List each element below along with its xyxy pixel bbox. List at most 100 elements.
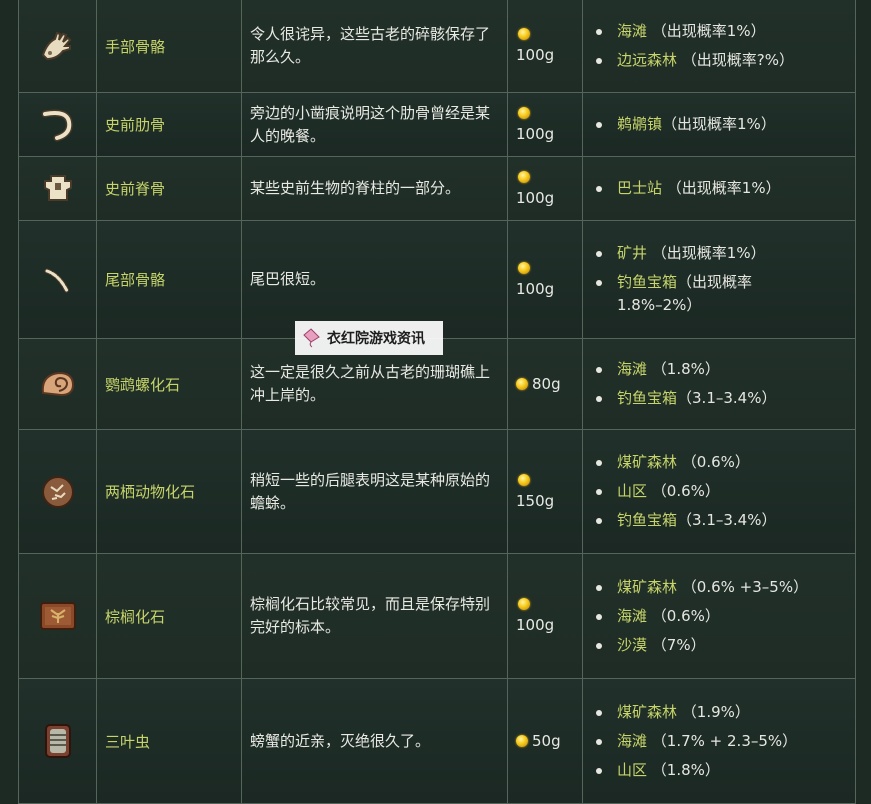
artifact-table: 手部骨骼 令人很诧异，这些古老的碎骸保存了那么久。 100g 海滩 （出现概率1… (18, 0, 856, 804)
location-item: 海滩 （0.6%） (593, 605, 808, 628)
location-name: 钓鱼宝箱 (617, 511, 678, 529)
location-item: 钓鱼宝箱（3.1–3.4%） (593, 509, 776, 532)
location-item: 海滩 （1.8%） (593, 358, 776, 381)
location-name: 海滩 (617, 22, 648, 40)
location-name: 巴士站 (617, 179, 663, 197)
location-item: 煤矿森林 （0.6% +3–5%） (593, 576, 808, 599)
item-price: 80g (508, 339, 583, 429)
table-row: 手部骨骼 令人很诧异，这些古老的碎骸保存了那么久。 100g 海滩 （出现概率1… (19, 0, 855, 93)
location-name: 山区 (617, 760, 648, 779)
location-name: 矿井 (617, 244, 648, 262)
item-locations: 海滩 （1.8%） 钓鱼宝箱（3.1–3.4%） (583, 339, 855, 429)
watermark-badge: 衣红院游戏资讯 (295, 321, 443, 355)
item-price: 100g (508, 157, 583, 220)
location-name: 海滩 (617, 731, 648, 750)
location-item: 海滩 （1.7% + 2.3–5%） (593, 730, 797, 753)
price-value: 100g (516, 46, 555, 64)
item-price: 100g (508, 554, 583, 678)
location-name: 山区 (617, 482, 648, 500)
item-icon-cell (19, 93, 97, 156)
price-value: 100g (516, 279, 555, 298)
item-name: 手部骨骼 (97, 0, 242, 92)
location-name: 煤矿森林 (617, 453, 678, 471)
location-item: 海滩 （出现概率1%） (593, 20, 794, 43)
table-row: 两栖动物化石 稍短一些的后腿表明这是某种原始的蟾蜍。 150g 煤矿森林 （0.… (19, 430, 855, 554)
price-value: 100g (516, 616, 555, 634)
location-item: 山区 （1.8%） (593, 759, 797, 782)
item-locations: 煤矿森林 （0.6% +3–5%） 海滩 （0.6%） 沙漠 （7%） (583, 554, 855, 678)
location-name: 海滩 (617, 360, 648, 378)
location-item: 煤矿森林 （1.9%） (593, 701, 797, 724)
location-rate: （3.1–3.4%） (677, 511, 777, 529)
rib-bone-icon (41, 109, 73, 141)
item-description: 稍短一些的后腿表明这是某种原始的蟾蜍。 (242, 430, 508, 553)
location-name: 煤矿森林 (617, 702, 678, 721)
item-name: 棕榈化石 (97, 554, 242, 678)
gold-coin-icon (516, 378, 528, 390)
location-item: 矿井 （出现概率1%） (593, 242, 783, 265)
gold-coin-icon (516, 735, 528, 747)
vertebra-icon (43, 174, 72, 201)
table-row: 棕榈化石 棕榈化石比较常见，而且是保存特别完好的标本。 100g 煤矿森林 （0… (19, 554, 855, 679)
item-price: 100g (508, 0, 583, 92)
location-name: 钓鱼宝箱 (617, 389, 678, 407)
item-name: 史前肋骨 (97, 93, 242, 156)
location-name: 边远森林 (617, 51, 678, 69)
location-item: 煤矿森林 （0.6%） (593, 451, 776, 474)
location-name: 沙漠 (617, 635, 648, 654)
item-icon-cell (19, 221, 97, 338)
item-locations: 海滩 （出现概率1%） 边远森林 （出现概率?%） (583, 0, 855, 92)
location-item: 沙漠 （7%） (593, 634, 808, 657)
price-value: 80g (532, 375, 561, 393)
price-value: 50g (532, 732, 561, 750)
item-icon-cell (19, 339, 97, 429)
item-icon-cell (19, 554, 97, 678)
location-rate: （3.1–3.4%） (677, 389, 777, 407)
price-value: 100g (516, 188, 555, 207)
location-item: 钓鱼宝箱（出现概率1.8%–2%） (593, 271, 783, 317)
trilobite-icon (44, 724, 71, 758)
item-icon-cell (19, 157, 97, 220)
location-rate: （0.6%） (681, 453, 750, 471)
location-rate: （1.9%） (681, 702, 750, 721)
location-name: 海滩 (617, 606, 648, 625)
item-icon-cell (19, 679, 97, 803)
location-name: 鹈鹕镇 (617, 115, 663, 133)
gold-coin-icon (518, 106, 530, 119)
location-item: 巴士站 （出现概率1%） (593, 177, 781, 200)
amphibian-fossil-icon (41, 475, 74, 508)
location-rate: （1.8%） (651, 760, 720, 779)
item-name: 鹦鹉螺化石 (97, 339, 242, 429)
item-locations: 巴士站 （出现概率1%） (583, 157, 855, 220)
location-item: 山区 （0.6%） (593, 480, 776, 503)
gold-coin-icon (518, 170, 530, 183)
item-name: 三叶虫 (97, 679, 242, 803)
item-description: 某些史前生物的脊柱的一部分。 (242, 157, 508, 220)
item-price: 100g (508, 93, 583, 156)
location-rate: （1.7% + 2.3–5%） (651, 731, 798, 750)
item-locations: 矿井 （出现概率1%） 钓鱼宝箱（出现概率1.8%–2%） (583, 221, 855, 338)
table-row: 史前脊骨 某些史前生物的脊柱的一部分。 100g 巴士站 （出现概率1%） (19, 157, 855, 221)
item-name: 史前脊骨 (97, 157, 242, 220)
price-value: 100g (516, 124, 555, 143)
location-rate: （出现概率1%） (651, 22, 766, 40)
location-rate: （7%） (651, 635, 706, 654)
nautilus-fossil-icon (41, 371, 74, 397)
location-item: 钓鱼宝箱（3.1–3.4%） (593, 387, 776, 410)
item-locations: 鹈鹕镇（出现概率1%） (583, 93, 855, 156)
item-description: 螃蟹的近亲，灭绝很久了。 (242, 679, 508, 803)
location-rate: （0.6%） (651, 482, 720, 500)
location-item: 鹈鹕镇（出现概率1%） (593, 113, 776, 136)
palm-fossil-icon (39, 602, 76, 630)
item-icon-cell (19, 0, 97, 92)
gold-coin-icon (518, 473, 530, 486)
hand-bones-icon (41, 31, 71, 61)
location-rate: （出现概率1%） (651, 244, 766, 262)
item-name: 两栖动物化石 (97, 430, 242, 553)
location-rate: （0.6%） (651, 606, 720, 625)
location-rate: （1.8%） (651, 360, 720, 378)
item-description: 棕榈化石比较常见，而且是保存特别完好的标本。 (242, 554, 508, 678)
table-row: 三叶虫 螃蟹的近亲，灭绝很久了。 50g 煤矿森林 （1.9%） 海滩 （1.7… (19, 679, 855, 804)
item-locations: 煤矿森林 （0.6%） 山区 （0.6%） 钓鱼宝箱（3.1–3.4%） (583, 430, 855, 553)
tail-bone-icon (44, 268, 69, 293)
